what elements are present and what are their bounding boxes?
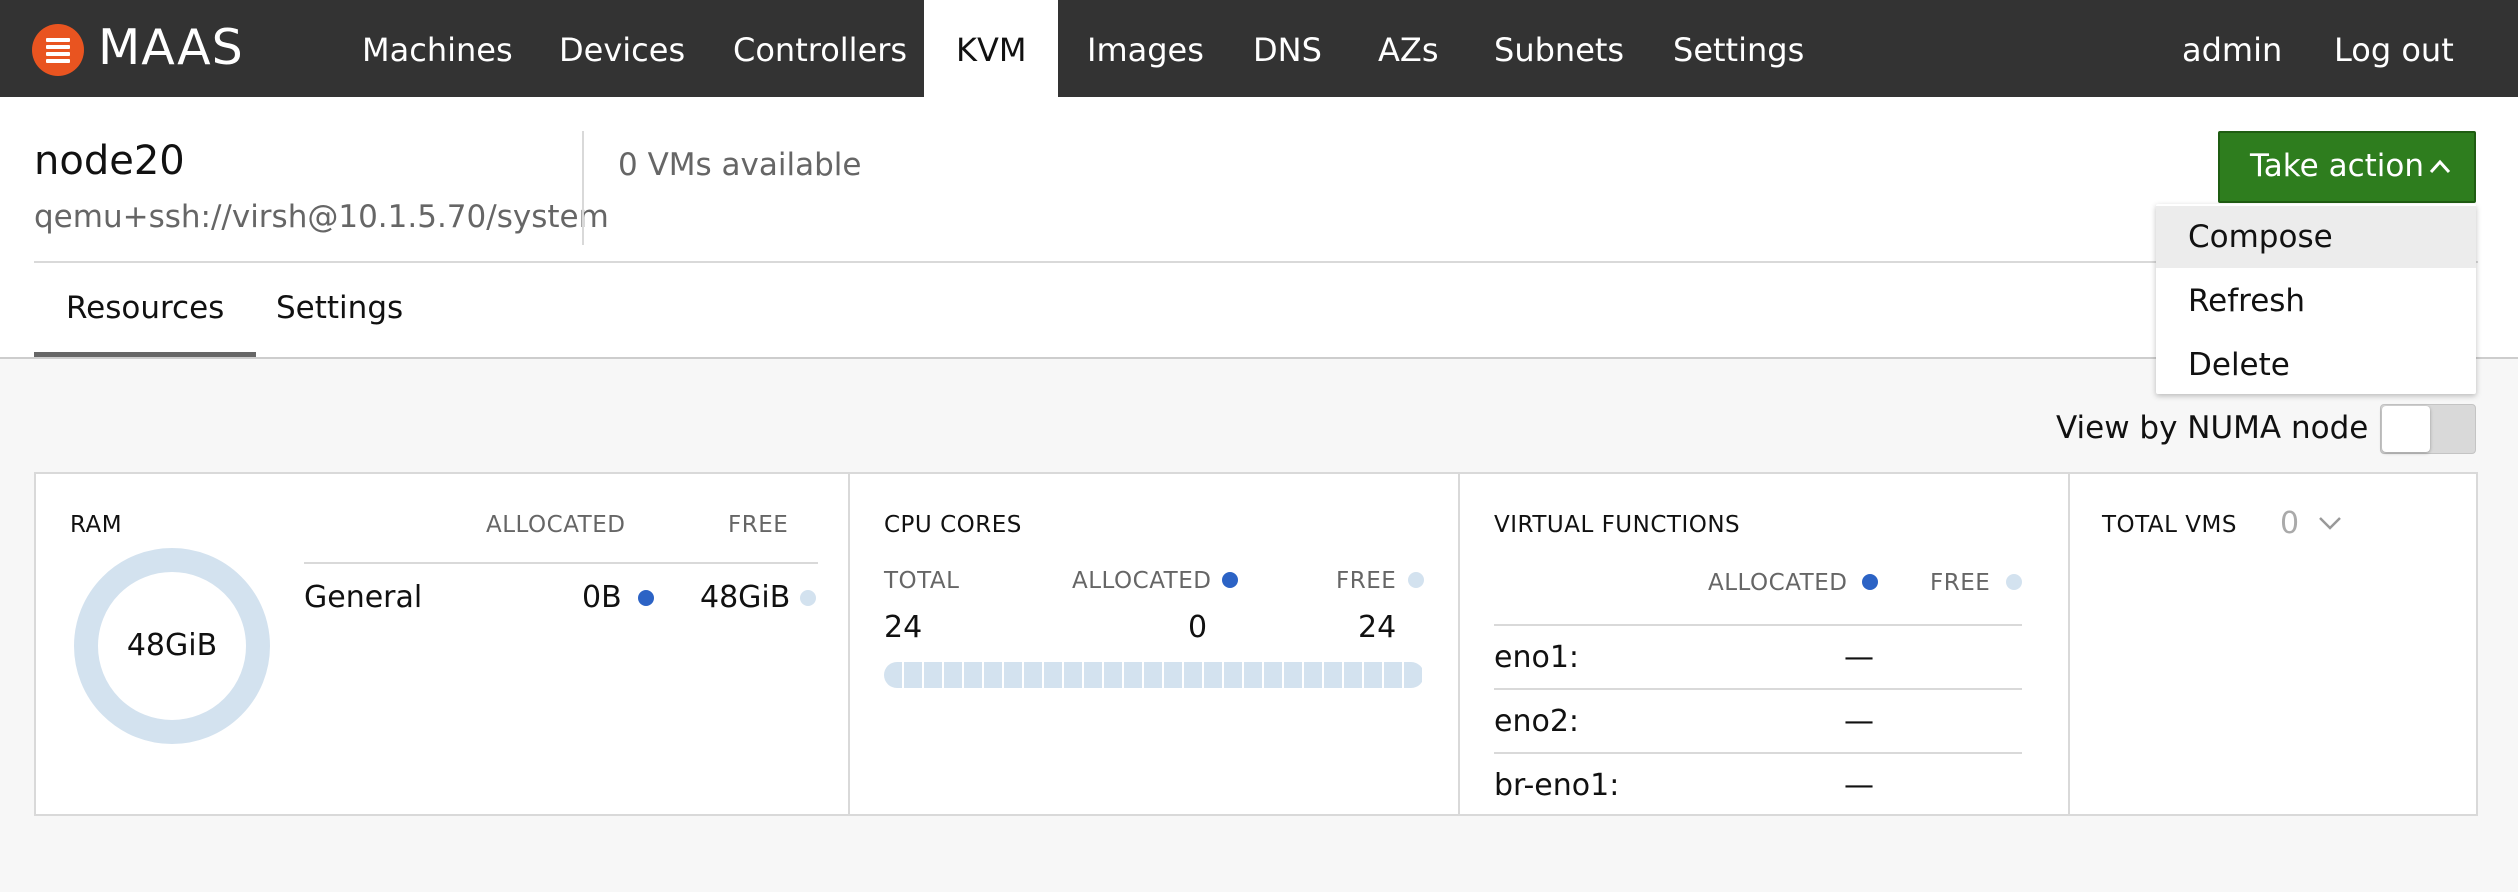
header-divider (582, 131, 584, 245)
vf-row-value: — (1844, 768, 1874, 803)
free-dot-icon (800, 590, 816, 606)
menu-item-delete[interactable]: Delete (2156, 334, 2476, 396)
cpu-total-header: TOTAL (884, 568, 960, 594)
vf-row-value: — (1844, 704, 1874, 739)
total-vms-count[interactable]: 0 (2280, 504, 2299, 544)
cpu-title: CPU CORES (884, 512, 1022, 538)
cpu-free-value: 24 (1358, 610, 1397, 645)
top-navigation: MAAS Machines Devices Controllers KVM Im… (0, 0, 2518, 97)
nav-machines[interactable]: Machines (330, 0, 545, 97)
take-action-label: Take action (2250, 148, 2424, 184)
ram-donut-total: 48GiB (126, 628, 218, 663)
menu-item-compose[interactable]: Compose (2156, 206, 2476, 268)
ram-free-value: 48GiB (700, 580, 791, 615)
cpu-usage-meter (884, 662, 1424, 688)
vms-available-count: 0 VMs available (618, 147, 862, 183)
column-divider (2068, 474, 2070, 814)
nav-user-admin[interactable]: admin (2150, 0, 2314, 97)
cpu-allocated-value: 0 (1188, 610, 1208, 645)
ram-table-rule (304, 562, 818, 564)
vf-row-name: br-eno1: (1494, 768, 1620, 803)
take-action-button[interactable]: Take action (2218, 131, 2476, 203)
nav-azs[interactable]: AZs (1346, 0, 1470, 97)
header-rule (34, 261, 2478, 263)
vf-row-rule (1494, 752, 2022, 754)
numa-toggle-switch[interactable] (2380, 404, 2476, 454)
allocated-dot-icon (1862, 574, 1878, 590)
pod-title: node20 (34, 138, 185, 184)
resources-card: RAM ALLOCATED FREE 48GiB General 0B 48Gi… (34, 472, 2478, 816)
vf-row-name: eno1: (1494, 640, 1580, 675)
nav-subnets[interactable]: Subnets (1462, 0, 1656, 97)
column-divider (848, 474, 850, 814)
toggle-knob (2382, 406, 2430, 452)
vf-allocated-header: ALLOCATED (1708, 570, 1848, 596)
take-action-menu: Compose Refresh Delete (2156, 204, 2476, 394)
nav-dns[interactable]: DNS (1221, 0, 1354, 97)
nav-logout[interactable]: Log out (2302, 0, 2486, 97)
ram-title: RAM (70, 512, 123, 538)
ram-free-header: FREE (728, 512, 789, 538)
ram-allocated-header: ALLOCATED (486, 512, 626, 538)
cpu-total-value: 24 (884, 610, 923, 645)
allocated-dot-icon (638, 590, 654, 606)
vf-title: VIRTUAL FUNCTIONS (1494, 512, 1741, 538)
vf-row-name: eno2: (1494, 704, 1580, 739)
nav-images[interactable]: Images (1055, 0, 1236, 97)
ram-row-name: General (304, 580, 423, 615)
vf-row-value: — (1844, 640, 1874, 675)
total-vms-title: TOTAL VMS (2102, 512, 2237, 538)
pod-header: node20 qemu+ssh://virsh@10.1.5.70/system… (0, 97, 2518, 359)
menu-item-refresh[interactable]: Refresh (2156, 270, 2476, 332)
nav-controllers[interactable]: Controllers (701, 0, 939, 97)
vf-row-rule (1494, 688, 2022, 690)
nav-devices[interactable]: Devices (527, 0, 717, 97)
numa-toggle-label: View by NUMA node (2056, 410, 2369, 446)
maas-logo-icon[interactable] (32, 24, 84, 76)
free-dot-icon (1408, 572, 1424, 588)
chevron-up-icon (2429, 159, 2451, 174)
cpu-allocated-header: ALLOCATED (1072, 568, 1212, 594)
chevron-down-icon[interactable] (2318, 514, 2342, 532)
brand-name[interactable]: MAAS (98, 20, 244, 76)
cpu-free-header: FREE (1336, 568, 1397, 594)
column-divider (1458, 474, 1460, 814)
tab-resources[interactable]: Resources (34, 279, 257, 357)
allocated-dot-icon (1222, 572, 1238, 588)
free-dot-icon (2006, 574, 2022, 590)
vf-free-header: FREE (1930, 570, 1991, 596)
ram-allocated-value: 0B (582, 580, 622, 615)
pod-address: qemu+ssh://virsh@10.1.5.70/system (34, 199, 609, 235)
nav-kvm[interactable]: KVM (924, 0, 1059, 97)
tab-settings[interactable]: Settings (244, 279, 435, 357)
vf-table-rule (1494, 624, 2022, 626)
nav-settings[interactable]: Settings (1641, 0, 1836, 97)
